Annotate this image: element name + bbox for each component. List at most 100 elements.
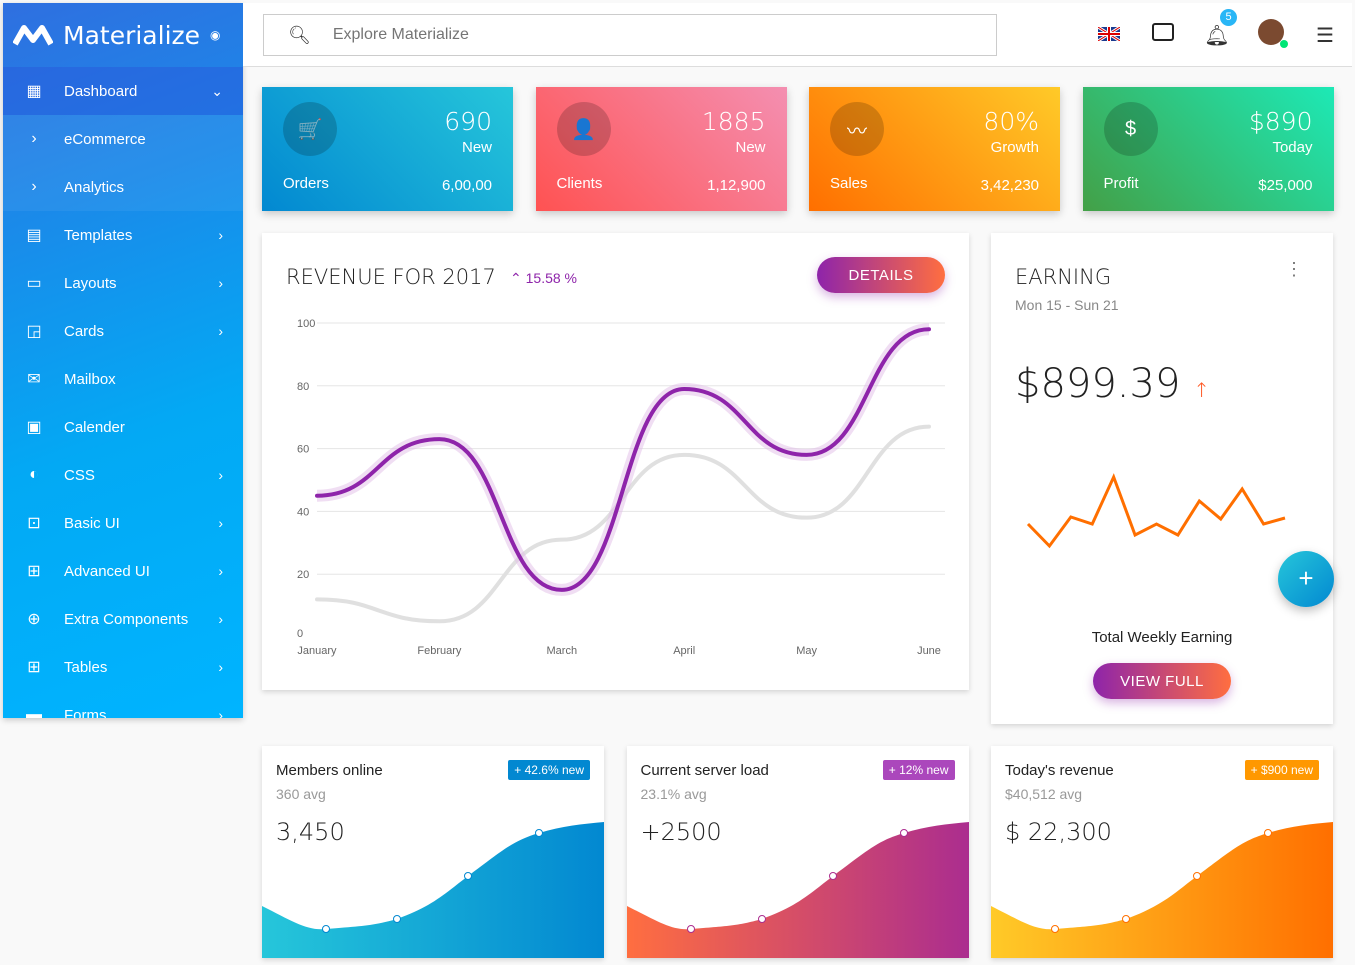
mini-area-chart — [626, 822, 969, 958]
sidebar-item-basic-ui[interactable]: ⊡ Basic UI › — [3, 499, 243, 547]
notifications-button[interactable]: 🔔︎ 5 — [1190, 8, 1244, 48]
chevron-icon: › — [218, 275, 223, 291]
sidebar: Materialize ◉ ▦ Dashboard ⌄ › eCommerce › Anal… — [3, 3, 243, 718]
sidebar-item-tables[interactable]: ⊞ Tables › — [3, 643, 243, 691]
stat-label: Orders — [283, 175, 329, 192]
sidebar-item-label: Cards — [64, 322, 105, 340]
basic-ui-icon: ⊡ — [27, 515, 41, 532]
y-tick-label: 0 — [297, 628, 303, 640]
chevron-icon: › — [218, 515, 223, 531]
stat-value: 1885 — [701, 107, 766, 136]
chevron-icon: ⌄ — [211, 82, 223, 99]
add-fab-button[interactable]: + — [1278, 551, 1334, 607]
stat-total: 1,12,900 — [707, 177, 766, 194]
search-input[interactable] — [332, 26, 933, 44]
sidebar-item-calender[interactable]: ▣ Calender — [3, 403, 243, 451]
stat-card-orders: 🛒 690 New Orders 6,00,00 — [262, 87, 513, 211]
tables-icon: ⊞ — [27, 659, 41, 676]
earning-card: EARNING ⋮ Mon 15 - Sun 21 $899.39 ↑ + To… — [991, 233, 1334, 724]
language-flag-icon[interactable] — [1082, 24, 1136, 47]
extra-icon: ⊕ — [27, 611, 41, 628]
arrow-up-icon: ↑ — [1193, 378, 1210, 402]
y-tick-label: 80 — [297, 381, 309, 393]
sidebar-item-css[interactable]: ◐ CSS › — [3, 451, 243, 499]
chevron-icon: › — [218, 323, 223, 339]
sidebar-item-dashboard[interactable]: ▦ Dashboard ⌄ — [3, 67, 243, 115]
sidebar-item-advanced-ui[interactable]: ⊞ Advanced UI › — [3, 547, 243, 595]
stat-sub: New — [735, 139, 766, 156]
mini-stat-card: Current server load 23.1% avg +2500 + 12% n… — [626, 746, 969, 958]
y-tick-label: 100 — [297, 318, 315, 330]
mini-stat-card: Today's revenue $40,512 avg $ 22,300 + $900… — [991, 746, 1333, 958]
area-fill — [626, 822, 969, 958]
area-point — [535, 829, 543, 837]
sidebar-item-extra-components[interactable]: ⊕ Extra Components › — [3, 595, 243, 643]
mini-stat-card: Members online 360 avg 3,450 + 42.6% new — [262, 746, 604, 958]
area-point — [828, 872, 837, 880]
sidebar-toggle-icon[interactable]: ◉ — [210, 28, 220, 42]
stat-value: $890 — [1248, 107, 1313, 136]
view-full-button[interactable]: VIEW FULL — [1093, 663, 1231, 699]
area-point — [322, 925, 330, 933]
sidebar-item-forms[interactable]: ▬ Forms › — [3, 691, 243, 718]
sidebar-item-ecommerce[interactable]: › eCommerce — [3, 115, 243, 163]
templates-icon: ▤ — [26, 227, 42, 244]
earning-caption: Total Weekly Earning — [1091, 629, 1233, 646]
stat-label: Sales — [830, 175, 868, 192]
stat-label: Clients — [556, 175, 603, 192]
sidebar-item-cards[interactable]: ◲ Cards › — [3, 307, 243, 355]
area-point — [1122, 915, 1130, 923]
sidebar-item-label: eCommerce — [64, 130, 146, 148]
user-avatar[interactable] — [1244, 19, 1298, 51]
area-fill — [262, 822, 604, 958]
sidebar-item-label: Mailbox — [64, 370, 116, 388]
sidebar-item-label: Forms — [64, 706, 107, 719]
mini-area-chart — [262, 822, 604, 958]
menu-indent-icon[interactable]: ☰ — [1298, 23, 1352, 48]
x-tick-label: January — [297, 645, 337, 657]
fullscreen-icon[interactable] — [1136, 23, 1190, 47]
area-point — [686, 925, 695, 933]
bell-icon: 🔔︎ — [1204, 24, 1230, 47]
drop-icon: ◐ — [29, 466, 39, 483]
stat-sub: Growth — [990, 139, 1039, 156]
chevron-right-icon: › — [31, 178, 37, 195]
search-icon: 🔍︎ — [288, 24, 311, 45]
sidebar-item-label: Basic UI — [64, 514, 120, 532]
earning-title: EARNING — [1015, 265, 1112, 289]
sidebar-item-label: Analytics — [64, 178, 125, 196]
sparkline-line — [1026, 473, 1286, 549]
chevron-right-icon: › — [31, 130, 37, 147]
brand-logo[interactable]: Materialize ◉ — [3, 3, 243, 67]
sidebar-item-label: Tables — [64, 658, 108, 676]
revenue-card: REVENUE FOR 2017 ⌃ 15.58 % DETAILS 0 20 40… — [262, 233, 969, 690]
mini-area-chart — [991, 822, 1333, 958]
sidebar-item-templates[interactable]: ▤ Templates › — [3, 211, 243, 259]
stat-total: $25,000 — [1258, 177, 1313, 194]
more-vert-icon[interactable]: ⋮ — [1285, 259, 1303, 280]
chevron-icon: › — [218, 707, 223, 718]
stat-value: 80% — [983, 107, 1039, 136]
sidebar-item-layouts[interactable]: ▭ Layouts › — [3, 259, 243, 307]
area-point — [1193, 872, 1201, 880]
stat-label: Profit — [1103, 175, 1139, 192]
header: 🔍︎ 🔔︎5 ☰ — [243, 3, 1352, 67]
cards-icon: ◲ — [26, 323, 42, 340]
area-fill — [991, 822, 1333, 958]
mail-icon: ✉ — [27, 371, 41, 388]
sidebar-item-label: Calender — [64, 418, 125, 436]
revenue-chart: 0 20 40 60 80 100 January February March April May… — [297, 318, 945, 657]
sidebar-item-label: Templates — [64, 226, 133, 244]
chevron-icon: › — [218, 659, 223, 675]
x-tick-label: April — [673, 645, 695, 657]
area-point — [757, 915, 766, 923]
stat-value: 690 — [444, 107, 492, 136]
stat-sub: Today — [1272, 139, 1313, 156]
earning-sparkline — [1026, 473, 1286, 549]
sidebar-item-analytics[interactable]: › Analytics — [3, 163, 243, 211]
sidebar-item-mailbox[interactable]: ✉ Mailbox — [3, 355, 243, 403]
area-point — [1051, 925, 1059, 933]
stat-card-profit: $ $890 Today Profit $25,000 — [1082, 87, 1334, 211]
y-tick-label: 20 — [297, 569, 309, 581]
search-bar[interactable]: 🔍︎ — [263, 14, 997, 56]
